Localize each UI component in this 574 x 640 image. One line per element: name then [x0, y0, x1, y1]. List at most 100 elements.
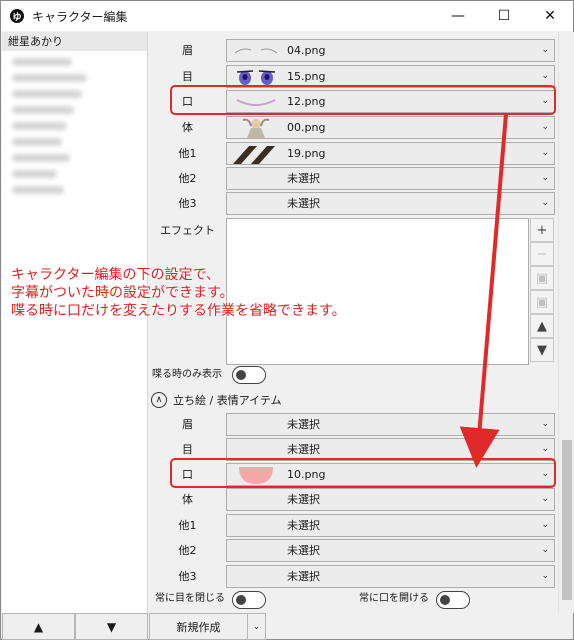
standing-body-select[interactable]: 未選択 ⌄	[226, 488, 555, 511]
chevron-down-icon: ⌄	[541, 444, 549, 454]
effect-label: エフェクト	[160, 224, 215, 237]
row-label: 他2	[178, 172, 197, 185]
brow-thumbnail-icon	[234, 48, 278, 54]
standing-row-other1: 他1 未選択 ⌄	[149, 513, 558, 538]
save-effect-button[interactable]: ▣	[530, 266, 554, 290]
face-row-other3: 他3 未選択 ⌄	[149, 191, 558, 216]
chevron-down-icon: ⌄	[541, 520, 549, 530]
blurred-list-item	[12, 74, 87, 82]
maximize-icon[interactable]: ☐	[481, 1, 527, 31]
eyes-thumbnail-icon	[236, 70, 276, 85]
row-label: 眉	[182, 44, 193, 57]
window-title: キャラクター編集	[32, 9, 128, 24]
standing-brow-select[interactable]: 未選択 ⌄	[226, 413, 555, 436]
dropdown-value: 未選択	[287, 493, 320, 506]
eyes-closed-label: 常に目を閉じる	[155, 593, 225, 604]
body-thumbnail-icon	[242, 118, 270, 138]
move-effect-down-button[interactable]: ▼	[530, 338, 554, 362]
brow-select[interactable]: 04.png ⌄	[226, 39, 555, 62]
row-label: 他3	[178, 570, 197, 583]
standing-row-brow: 眉 未選択 ⌄	[149, 412, 558, 437]
chevron-down-icon: ⌄	[541, 419, 549, 429]
blurred-list-item	[12, 154, 70, 162]
row-label: 体	[182, 493, 193, 506]
face-row-brow: 眉 04.png ⌄	[149, 38, 558, 63]
dropdown-value: 未選択	[287, 418, 320, 431]
dropdown-value: 未選択	[287, 544, 320, 557]
mouth-open-toggle[interactable]	[436, 591, 470, 609]
row-label: 他2	[178, 544, 197, 557]
new-create-dropdown-icon[interactable]: ⌄	[248, 613, 266, 640]
chevron-down-icon: ⌄	[541, 571, 549, 581]
chevron-down-icon: ⌄	[541, 545, 549, 555]
annotation-line: 喋る時に口だけを変えたりする作業を省略できます。	[11, 303, 346, 319]
add-effect-button[interactable]: +	[530, 218, 554, 242]
face-row-other1: 他1 19.png ⌄	[149, 141, 558, 166]
body-select[interactable]: 00.png ⌄	[226, 116, 555, 139]
save-effect-alt-button[interactable]: ▣	[530, 290, 554, 314]
close-icon[interactable]: ✕	[527, 1, 573, 31]
title-bar[interactable]: ゆ キャラクター編集 — ☐ ✕	[1, 1, 573, 31]
dropdown-value: 未選択	[287, 172, 320, 185]
standing-row-other3: 他3 未選択 ⌄	[149, 564, 558, 589]
move-up-button[interactable]: ▲	[2, 613, 75, 640]
standing-other3-select[interactable]: 未選択 ⌄	[226, 565, 555, 588]
standing-row-body: 体 未選択 ⌄	[149, 487, 558, 512]
dropdown-value: 15.png	[287, 70, 326, 83]
chevron-down-icon: ⌄	[541, 494, 549, 504]
blurred-list-item	[12, 186, 64, 194]
collapse-icon[interactable]: ∧	[151, 392, 167, 408]
chevron-down-icon: ⌄	[541, 148, 549, 158]
dropdown-value: 未選択	[287, 443, 320, 456]
dropdown-value: 04.png	[287, 44, 326, 57]
other3-select[interactable]: 未選択 ⌄	[226, 192, 555, 215]
speaking-only-toggle[interactable]	[232, 366, 266, 384]
vertical-scrollbar[interactable]	[558, 32, 574, 613]
row-label: 眉	[182, 418, 193, 431]
standing-row-other2: 他2 未選択 ⌄	[149, 538, 558, 563]
section-title: 立ち絵 / 表情アイテム	[173, 394, 282, 407]
scrollbar-thumb[interactable]	[562, 440, 572, 600]
face-row-body: 体 00.png ⌄	[149, 115, 558, 140]
character-list-item-selected[interactable]: 紲星あかり	[2, 32, 147, 51]
standing-section-header[interactable]: ∧ 立ち絵 / 表情アイテム	[149, 389, 449, 411]
blurred-list-item	[12, 58, 72, 66]
mouth-open-label: 常に口を開ける	[359, 593, 429, 604]
bottom-bar: 新規作成 ⌄	[149, 613, 574, 640]
row-label: 体	[182, 121, 193, 134]
chevron-down-icon: ⌄	[541, 122, 549, 132]
minimize-icon[interactable]: —	[435, 1, 481, 31]
blurred-list-item	[12, 138, 62, 146]
standing-other1-select[interactable]: 未選択 ⌄	[226, 514, 555, 537]
move-down-button[interactable]: ▼	[75, 613, 148, 640]
highlight-box-mouth-bottom	[170, 458, 556, 488]
annotation-caption: キャラクター編集の下の設定で、 字幕がついた時の設定ができます。 喋る時に口だけ…	[11, 266, 451, 320]
chevron-down-icon: ⌄	[541, 45, 549, 55]
speaking-only-label: 喋る時のみ表示	[152, 369, 222, 380]
blurred-list-item	[12, 170, 57, 178]
standing-other2-select[interactable]: 未選択 ⌄	[226, 539, 555, 562]
blurred-list-item	[12, 122, 67, 130]
other1-select[interactable]: 19.png ⌄	[226, 142, 555, 165]
blurred-list-item	[12, 90, 82, 98]
chevron-down-icon: ⌄	[541, 198, 549, 208]
row-label: 他1	[178, 519, 197, 532]
settings-pane: 眉 04.png ⌄ 目 15.png ⌄ 口 12.png ⌄ 体 00.pn…	[149, 32, 558, 613]
row-label: 他3	[178, 197, 197, 210]
effect-button-group: + − ▣ ▣ ▲ ▼	[530, 218, 554, 362]
dropdown-value: 19.png	[287, 147, 326, 160]
dropdown-value: 未選択	[287, 519, 320, 532]
chevron-down-icon: ⌄	[541, 173, 549, 183]
app-logo-icon: ゆ	[10, 9, 24, 23]
dropdown-value: 未選択	[287, 197, 320, 210]
annotation-line: 字幕がついた時の設定ができます。	[11, 285, 234, 301]
dropdown-value: 00.png	[287, 121, 326, 134]
move-effect-up-button[interactable]: ▲	[530, 314, 554, 338]
new-create-button[interactable]: 新規作成	[149, 613, 248, 640]
other2-select[interactable]: 未選択 ⌄	[226, 167, 555, 190]
eyes-closed-toggle[interactable]	[232, 591, 266, 609]
character-list: 紲星あかり	[2, 32, 148, 613]
dropdown-value: 未選択	[287, 570, 320, 583]
remove-effect-button[interactable]: −	[530, 242, 554, 266]
other1-thumbnail-icon	[233, 146, 275, 164]
